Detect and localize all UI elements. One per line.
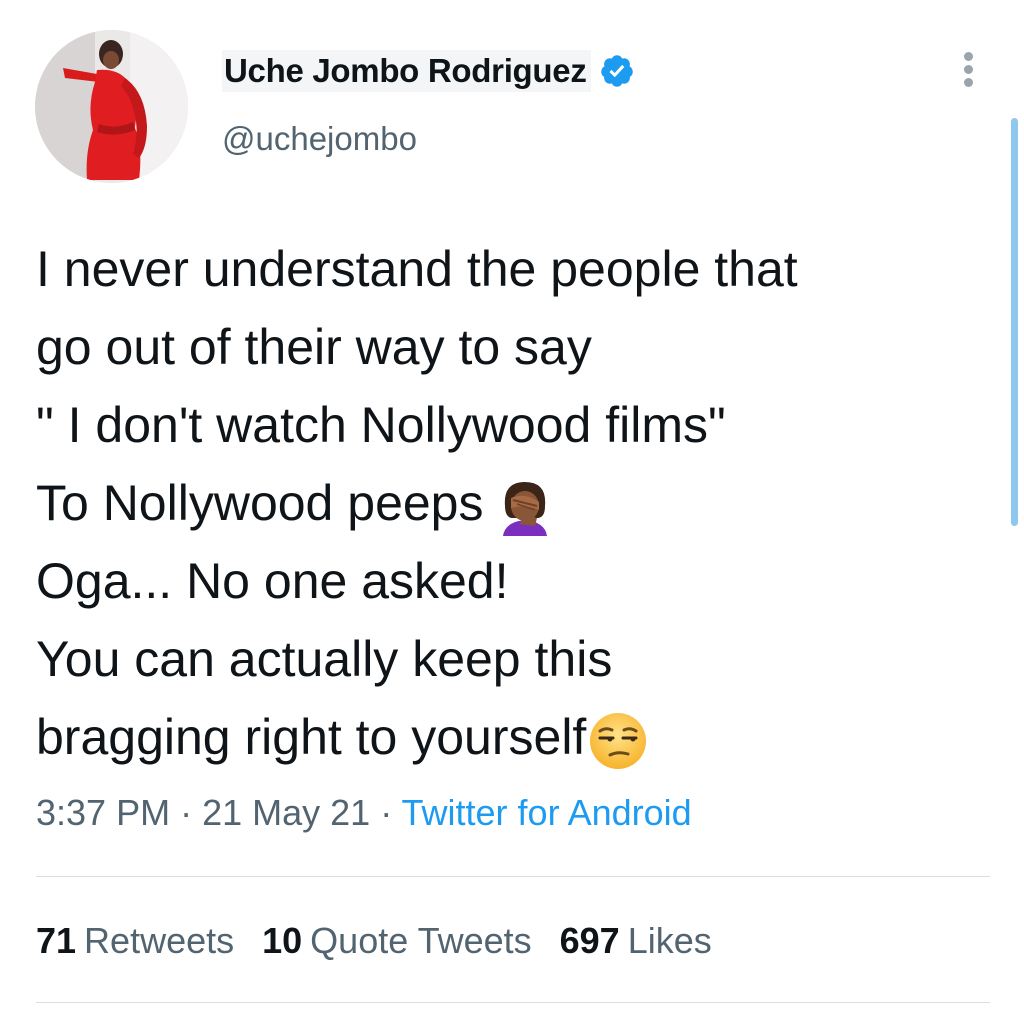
- likes-count: 697: [559, 920, 620, 961]
- tweet-line: I never understand the people that: [36, 241, 798, 297]
- quote-tweets-label: Quote Tweets: [310, 920, 532, 961]
- tweet-line: You can actually keep this: [36, 631, 613, 687]
- quote-tweets-stat[interactable]: 10 Quote Tweets: [262, 920, 532, 962]
- tweet-line-with-emoji: bragging right to yourself: [36, 698, 996, 776]
- retweets-count: 71: [36, 920, 77, 961]
- tweet-line: Oga... No one asked!: [36, 553, 509, 609]
- retweets-label: Retweets: [84, 920, 235, 961]
- tweet-source-link[interactable]: Twitter for Android: [402, 792, 692, 833]
- avatar[interactable]: [35, 30, 188, 183]
- author-handle[interactable]: @uchejombo: [222, 120, 417, 158]
- verified-badge-icon: [599, 53, 635, 89]
- tweet-stats: 71 Retweets 10 Quote Tweets 697 Likes: [36, 920, 740, 962]
- avatar-photo: [35, 30, 188, 183]
- more-vertical-icon[interactable]: [952, 52, 984, 96]
- meta-separator: ·: [170, 792, 203, 833]
- quote-tweets-count: 10: [262, 920, 303, 961]
- unamused-face-emoji-icon: [586, 709, 650, 773]
- woman-facepalming-emoji-icon: [497, 478, 553, 536]
- tweet-line: go out of their way to say: [36, 319, 592, 375]
- tweet-time[interactable]: 3:37 PM: [36, 792, 170, 833]
- retweets-stat[interactable]: 71 Retweets: [36, 920, 234, 962]
- scrollbar[interactable]: [1011, 118, 1018, 526]
- author-display-name[interactable]: Uche Jombo Rodriguez: [222, 50, 591, 92]
- tweet-text: I never understand the people that go ou…: [36, 230, 996, 776]
- divider: [36, 1002, 990, 1003]
- likes-label: Likes: [627, 920, 712, 961]
- meta-separator: ·: [370, 792, 402, 833]
- tweet-date[interactable]: 21 May 21: [202, 792, 370, 833]
- tweet-meta: 3:37 PM · 21 May 21 · Twitter for Androi…: [36, 792, 692, 834]
- author-name-row: Uche Jombo Rodriguez: [222, 42, 635, 100]
- tweet-line-text: To Nollywood peeps: [36, 475, 484, 531]
- tweet-line-text: bragging right to yourself: [36, 709, 587, 765]
- tweet-line-with-emoji: To Nollywood peeps: [36, 464, 996, 542]
- divider: [36, 876, 990, 877]
- likes-stat[interactable]: 697 Likes: [560, 920, 712, 962]
- tweet-line: " I don't watch Nollywood films": [36, 397, 726, 453]
